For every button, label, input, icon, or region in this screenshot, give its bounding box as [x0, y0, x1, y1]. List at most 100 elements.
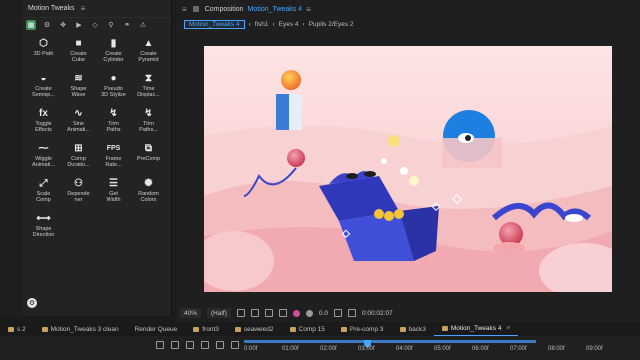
tool-button[interactable]: ■ Create Cube [61, 36, 96, 67]
resolution-select[interactable]: (Half) [207, 308, 231, 318]
tab-7[interactable]: back3 [392, 322, 434, 336]
timecode[interactable]: 0:00:02:07 [362, 310, 393, 317]
breadcrumb-item[interactable]: Eyes 4 [279, 21, 299, 28]
channel-icon[interactable] [292, 309, 300, 317]
comp-color-swatch [234, 326, 241, 332]
tab-5[interactable]: Comp 15 [282, 322, 333, 336]
tool-button[interactable]: ⚇ Depende ner [61, 176, 96, 207]
tool-label: Random Colors [138, 191, 159, 203]
wave-icon: ≋ [74, 73, 83, 84]
tab-8[interactable]: Motion_Tweaks 4 ≡ [433, 322, 519, 336]
tab-label: Pre-comp 3 [349, 325, 384, 333]
tool-label: Create Semisp... [32, 86, 55, 98]
tab-label: Motion_Tweaks 3 clean [50, 325, 119, 333]
exposure-value: 0.0 [318, 309, 328, 317]
tool-label: Trim Paths... [139, 121, 158, 133]
comp-duration-icon: ⊞ [74, 143, 83, 154]
pin-icon[interactable]: ⚲ [106, 20, 116, 30]
panel-header: Motion Tweaks ≡ [22, 0, 171, 18]
wiggle-icon: ⁓ [38, 143, 49, 154]
tab-0[interactable]: s 2 [0, 322, 34, 336]
breadcrumb-item[interactable]: Motion_Tweaks 4 [184, 20, 245, 29]
tool-button[interactable]: ⤢ Scale Comp [26, 176, 61, 207]
frame-blending-icon[interactable] [201, 341, 209, 349]
comp-prefix: Composition [204, 5, 244, 13]
tab-1[interactable]: Motion_Tweaks 3 clean [34, 322, 127, 336]
tool-button[interactable]: ⁓ Wiggle Animati... [26, 141, 61, 172]
exposure-icon[interactable] [305, 309, 313, 317]
tool-label: Create Cylinder [103, 51, 124, 63]
tool-button[interactable]: ⟷ Shape Direction [26, 211, 61, 242]
tool-button[interactable]: ▲ Create Pyramid [131, 36, 166, 67]
tool-button[interactable]: ◒ Create Semisp... [26, 71, 61, 102]
tool-button[interactable]: ● Pseudo 3D Stylize [96, 71, 131, 102]
graph-editor-icon[interactable] [231, 341, 239, 349]
tool-label: PreComp [136, 156, 161, 162]
tool-button[interactable]: fx Toggle Effects [26, 106, 61, 137]
zoom-select[interactable]: 40% [180, 308, 202, 318]
tab-label: s 2 [17, 325, 26, 333]
transform-icon[interactable]: ✥ [58, 20, 68, 30]
time-tick-label: 04:00f [396, 346, 413, 352]
tab-4[interactable]: seaweed2 [227, 322, 282, 336]
breadcrumb-item[interactable]: Pupils 2/Eyes 2 [309, 21, 354, 28]
tool-button[interactable]: ☰ Get Width [96, 176, 131, 207]
shy-layers-icon[interactable] [186, 341, 194, 349]
settings-icon[interactable]: ⚙ [42, 20, 52, 30]
tool-button[interactable]: ↯ Trim Paths... [131, 106, 166, 137]
tool-button[interactable]: ≋ Shape Wave [61, 71, 96, 102]
tool-label: Time Displac... [137, 86, 160, 98]
tool-button[interactable]: ⬡ 3D Path [26, 36, 61, 67]
tab-label: Render Queue [134, 325, 178, 333]
composition-canvas[interactable] [204, 46, 612, 292]
play-icon[interactable]: ▶ [74, 20, 84, 30]
grid-view-icon[interactable]: ▦ [26, 20, 36, 30]
mask-visibility-icon[interactable] [264, 309, 273, 317]
breadcrumb-item[interactable]: fish1 [255, 21, 269, 28]
tool-button[interactable]: ∿ Sine Animati... [61, 106, 96, 137]
comp-flowchart-icon[interactable] [156, 341, 164, 349]
motion-blur-icon[interactable] [216, 341, 224, 349]
tool-label: Comp Duratio... [67, 156, 90, 168]
orange-sphere [281, 70, 301, 90]
cube-icon: ■ [75, 38, 82, 49]
time-tick-label: 09:00f [586, 346, 603, 352]
breadcrumb-separator-icon: ‹ [248, 21, 251, 28]
comp-options-icon[interactable]: ≡ [306, 5, 311, 14]
panel-toolbar: ▦ ⚙ ✥ ▶ ◇ ⚲ ⚭ ⚠ [22, 18, 171, 32]
transparency-grid-icon[interactable] [250, 309, 259, 317]
draft-3d-icon[interactable] [171, 341, 179, 349]
time-ruler[interactable]: 0:00f 01:00f 02:00f 03:00f 04:00f 05:00f 06:00… [244, 340, 640, 356]
tab-3[interactable]: front3 [185, 322, 227, 336]
tool-button[interactable]: ↯ Trim Paths [96, 106, 131, 137]
tool-button[interactable]: ✺ Random Colors [131, 176, 166, 207]
tool-button[interactable]: ⊞ Comp Duratio... [61, 141, 96, 172]
time-tick-label: 07:00f [510, 346, 527, 352]
panel-title: Motion Tweaks [28, 5, 75, 12]
warning-icon[interactable]: ⚠ [138, 20, 148, 30]
lock-icon[interactable] [192, 6, 199, 12]
work-area-bar[interactable] [244, 340, 536, 343]
tab-menu-icon[interactable]: ≡ [506, 325, 510, 332]
show-snapshot-icon[interactable] [347, 309, 356, 317]
panel-menu-icon[interactable]: ≡ [81, 4, 86, 13]
tab-2[interactable]: Render Queue [127, 322, 186, 336]
preferences-icon[interactable]: ⚙ [27, 298, 37, 308]
motion-tweaks-panel: Motion Tweaks ≡ ▦ ⚙ ✥ ▶ ◇ ⚲ ⚭ ⚠ ⬡ 3D Path… [22, 0, 172, 316]
tool-label: 3D Path [33, 51, 54, 57]
camera-snapshot-icon[interactable] [333, 309, 342, 317]
timeline-panel: 0:00f 01:00f 02:00f 03:00f 04:00f 05:00f 06:00… [0, 336, 640, 360]
tool-button[interactable]: ⧗ Time Displac... [131, 71, 166, 102]
tool-button[interactable]: FPS Frame Rate... [96, 141, 131, 172]
region-of-interest-icon[interactable] [236, 309, 245, 317]
pyramid-icon: ▲ [143, 38, 154, 49]
semisphere-icon: ◒ [40, 73, 47, 84]
tool-button[interactable]: ▮ Create Cylinder [96, 36, 131, 67]
tab-6[interactable]: Pre-comp 3 [333, 322, 392, 336]
comp-menu-icon[interactable]: ≡ [182, 5, 187, 14]
left-dock-strip [0, 0, 22, 316]
guides-icon[interactable] [278, 309, 287, 317]
tool-button[interactable]: ⧉ PreComp [131, 141, 166, 172]
link-icon[interactable]: ⚭ [122, 20, 132, 30]
shape-icon[interactable]: ◇ [90, 20, 100, 30]
